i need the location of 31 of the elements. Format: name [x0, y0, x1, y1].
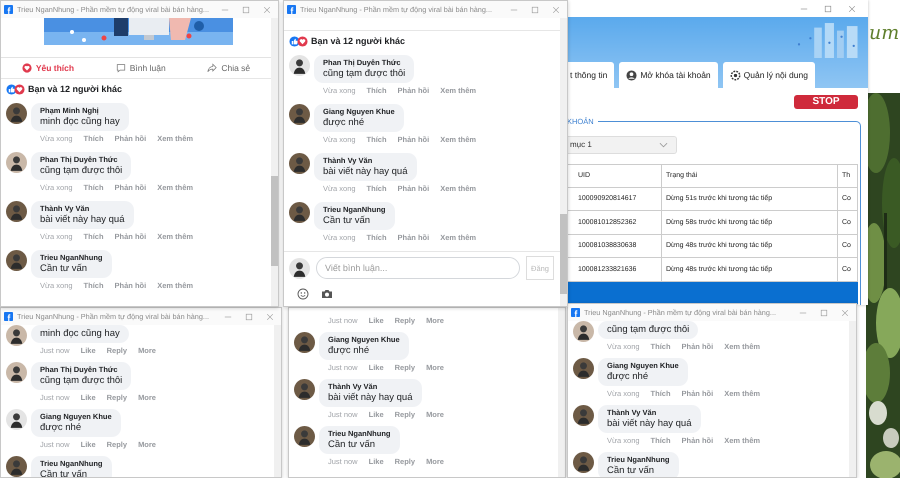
reaction-summary: Bạn và 12 người khác: [28, 84, 122, 94]
post-action[interactable]: Chia sẻ: [207, 63, 250, 73]
comment-text: được nhé: [328, 345, 370, 357]
comment-text: được nhé: [323, 117, 366, 129]
tab[interactable]: t thông tin: [567, 62, 614, 88]
tab[interactable]: Mở khóa tài khoản: [619, 62, 718, 88]
comment-text: Cần tư vấn: [40, 469, 88, 477]
comment-text: bài viết này hay quá: [40, 214, 125, 226]
logo-text: um: [869, 21, 900, 46]
comment-text: Cần tư vấn: [323, 215, 372, 227]
comment-text: cũng tạm được thôi: [40, 165, 122, 177]
reaction-summary: Bạn và 12 người khác: [311, 36, 405, 46]
tab[interactable]: Quản lý nội dung: [722, 62, 815, 88]
comment-text: Cần tư vấn: [328, 439, 376, 451]
comment-text: được nhé: [40, 422, 82, 434]
comment-text: cũng tạm được thôi: [40, 375, 122, 387]
comment-text: minh đọc cũng hay: [40, 328, 120, 340]
comment-text: bài viết này hay quá: [607, 418, 692, 430]
stop-button[interactable]: STOP: [794, 95, 858, 108]
comment-text: bài viết này hay quá: [328, 392, 413, 404]
comment-text: minh đọc cũng hay: [40, 116, 120, 128]
comment-text: cũng tạm được thôi: [323, 68, 406, 80]
comment-text: bài viết này hay quá: [323, 166, 408, 178]
comment-text: Cần tư vấn: [40, 263, 88, 275]
comment-text: cũng tạm được thôi: [607, 324, 690, 336]
comment-text: được nhé: [607, 371, 650, 383]
post-action[interactable]: Bình luận: [116, 63, 166, 73]
dropdown[interactable]: mục 1: [567, 136, 677, 154]
comment-text: Cần tư vấn: [607, 465, 656, 477]
comment-input[interactable]: Viết bình luận...: [316, 257, 520, 279]
post-action[interactable]: Yêu thích: [22, 63, 74, 73]
